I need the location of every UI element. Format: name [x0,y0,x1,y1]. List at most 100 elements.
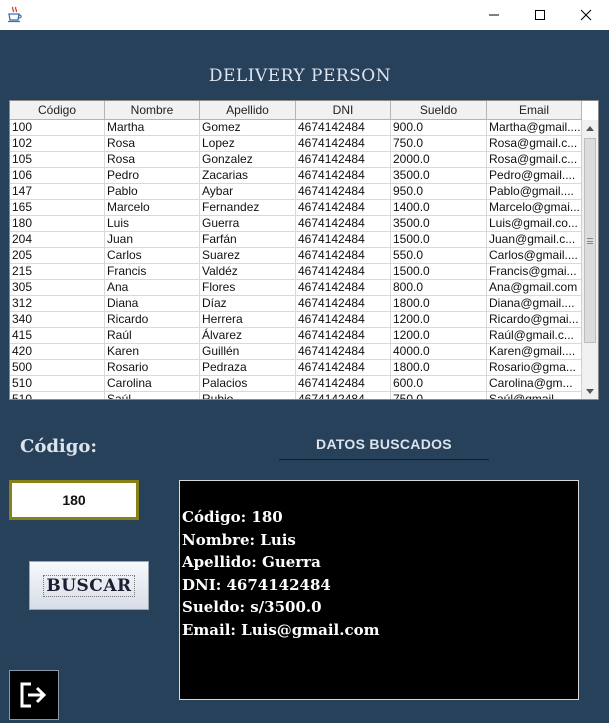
cell-nombre[interactable]: Carolina [105,376,200,392]
cell-nombre[interactable]: Pablo [105,184,200,200]
cell-dni[interactable]: 4674142484 [296,136,391,152]
table-row[interactable]: 415 Raúl Álvarez 4674142484 1200.0 Raúl@gmail… [10,328,582,344]
cell-apellido[interactable]: Gomez [200,120,296,136]
cell-nombre[interactable]: Karen [105,344,200,360]
cell-email[interactable]: Raúl@gmail.c... [487,328,582,344]
cell-nombre[interactable]: Rosa [105,152,200,168]
table-row[interactable]: 500 Rosario Pedraza 4674142484 1800.0 Rosario… [10,360,582,376]
cell-nombre[interactable]: Rosario [105,360,200,376]
cell-codigo[interactable]: 204 [10,232,105,248]
cell-codigo[interactable]: 180 [10,216,105,232]
cell-sueldo[interactable]: 750.0 [391,392,487,399]
cell-email[interactable]: Carolina@gm... [487,376,582,392]
table-row[interactable]: 147 Pablo Aybar 4674142484 950.0 Pablo@gmail.… [10,184,582,200]
cell-nombre[interactable]: Rosa [105,136,200,152]
buscar-button[interactable]: BUSCAR [29,561,149,610]
column-header-sueldo[interactable]: Sueldo [391,101,487,120]
cell-dni[interactable]: 4674142484 [296,376,391,392]
cell-sueldo[interactable]: 1400.0 [391,200,487,216]
table-row[interactable]: 215 Francis Valdéz 4674142484 1500.0 Francis@… [10,264,582,280]
maximize-button[interactable] [517,0,563,30]
cell-sueldo[interactable]: 1500.0 [391,232,487,248]
cell-codigo[interactable]: 420 [10,344,105,360]
vertical-scrollbar[interactable] [581,120,598,399]
cell-email[interactable]: Martha@gmail.... [487,120,582,136]
cell-dni[interactable]: 4674142484 [296,232,391,248]
scroll-up-button[interactable] [582,120,598,136]
cell-apellido[interactable]: Fernandez [200,200,296,216]
cell-nombre[interactable]: Ricardo [105,312,200,328]
cell-nombre[interactable]: Martha [105,120,200,136]
cell-sueldo[interactable]: 4000.0 [391,344,487,360]
table-row[interactable]: 510 Saúl Rubio 4674142484 750.0 Saúl@gmail...… [10,392,582,399]
cell-email[interactable]: Francis@gmai... [487,264,582,280]
table-row[interactable]: 106 Pedro Zacarias 4674142484 3500.0 Pedro@gm… [10,168,582,184]
cell-email[interactable]: Ana@gmail.com [487,280,582,296]
cell-apellido[interactable]: Díaz [200,296,296,312]
cell-codigo[interactable]: 105 [10,152,105,168]
cell-dni[interactable]: 4674142484 [296,360,391,376]
cell-apellido[interactable]: Zacarias [200,168,296,184]
exit-button[interactable] [9,670,59,720]
cell-email[interactable]: Ricardo@gmai... [487,312,582,328]
cell-nombre[interactable]: Raúl [105,328,200,344]
cell-apellido[interactable]: Gonzalez [200,152,296,168]
cell-nombre[interactable]: Juan [105,232,200,248]
cell-email[interactable]: Luis@gmail.co... [487,216,582,232]
cell-apellido[interactable]: Lopez [200,136,296,152]
cell-dni[interactable]: 4674142484 [296,328,391,344]
cell-sueldo[interactable]: 600.0 [391,376,487,392]
cell-dni[interactable]: 4674142484 [296,200,391,216]
codigo-input[interactable]: 180 [9,480,139,520]
table-row[interactable]: 305 Ana Flores 4674142484 800.0 Ana@gmail.com [10,280,582,296]
close-button[interactable] [563,0,609,30]
cell-email[interactable]: Juan@gmail.c... [487,232,582,248]
cell-codigo[interactable]: 205 [10,248,105,264]
cell-apellido[interactable]: Guerra [200,216,296,232]
cell-sueldo[interactable]: 3500.0 [391,216,487,232]
cell-apellido[interactable]: Valdéz [200,264,296,280]
cell-dni[interactable]: 4674142484 [296,344,391,360]
cell-nombre[interactable]: Francis [105,264,200,280]
cell-apellido[interactable]: Rubio [200,392,296,399]
cell-sueldo[interactable]: 2000.0 [391,152,487,168]
cell-apellido[interactable]: Herrera [200,312,296,328]
table-row[interactable]: 312 Diana Díaz 4674142484 1800.0 Diana@gmail.… [10,296,582,312]
cell-codigo[interactable]: 106 [10,168,105,184]
cell-email[interactable]: Carlos@gmail.... [487,248,582,264]
cell-sueldo[interactable]: 1500.0 [391,264,487,280]
scroll-down-button[interactable] [582,383,598,399]
cell-sueldo[interactable]: 800.0 [391,280,487,296]
cell-email[interactable]: Diana@gmail.... [487,296,582,312]
column-header-email[interactable]: Email [487,101,582,120]
cell-apellido[interactable]: Palacios [200,376,296,392]
table-row[interactable]: 100 Martha Gomez 4674142484 900.0 Martha@gmai… [10,120,582,136]
cell-codigo[interactable]: 510 [10,392,105,399]
cell-email[interactable]: Marcelo@gmai... [487,200,582,216]
cell-email[interactable]: Rosa@gmail.c... [487,152,582,168]
cell-sueldo[interactable]: 750.0 [391,136,487,152]
cell-dni[interactable]: 4674142484 [296,392,391,399]
cell-codigo[interactable]: 415 [10,328,105,344]
cell-dni[interactable]: 4674142484 [296,312,391,328]
cell-email[interactable]: Saúl@gmail.... [487,392,582,399]
cell-apellido[interactable]: Suarez [200,248,296,264]
table-row[interactable]: 180 Luis Guerra 4674142484 3500.0 Luis@gmail.… [10,216,582,232]
delivery-table[interactable]: Código Nombre Apellido DNI Sueldo Email … [9,100,599,400]
cell-apellido[interactable]: Aybar [200,184,296,200]
cell-apellido[interactable]: Farfán [200,232,296,248]
column-header-apellido[interactable]: Apellido [200,101,296,120]
column-header-nombre[interactable]: Nombre [105,101,200,120]
cell-sueldo[interactable]: 950.0 [391,184,487,200]
cell-sueldo[interactable]: 550.0 [391,248,487,264]
cell-nombre[interactable]: Saúl [105,392,200,399]
cell-sueldo[interactable]: 1200.0 [391,312,487,328]
table-row[interactable]: 340 Ricardo Herrera 4674142484 1200.0 Ricardo… [10,312,582,328]
cell-email[interactable]: Rosario@gma... [487,360,582,376]
table-row[interactable]: 102 Rosa Lopez 4674142484 750.0 Rosa@gmail.c.… [10,136,582,152]
cell-email[interactable]: Pedro@gmail.... [487,168,582,184]
cell-sueldo[interactable]: 1800.0 [391,296,487,312]
table-row[interactable]: 510 Carolina Palacios 4674142484 600.0 Caroli… [10,376,582,392]
cell-nombre[interactable]: Diana [105,296,200,312]
table-row[interactable]: 105 Rosa Gonzalez 4674142484 2000.0 Rosa@gmai… [10,152,582,168]
